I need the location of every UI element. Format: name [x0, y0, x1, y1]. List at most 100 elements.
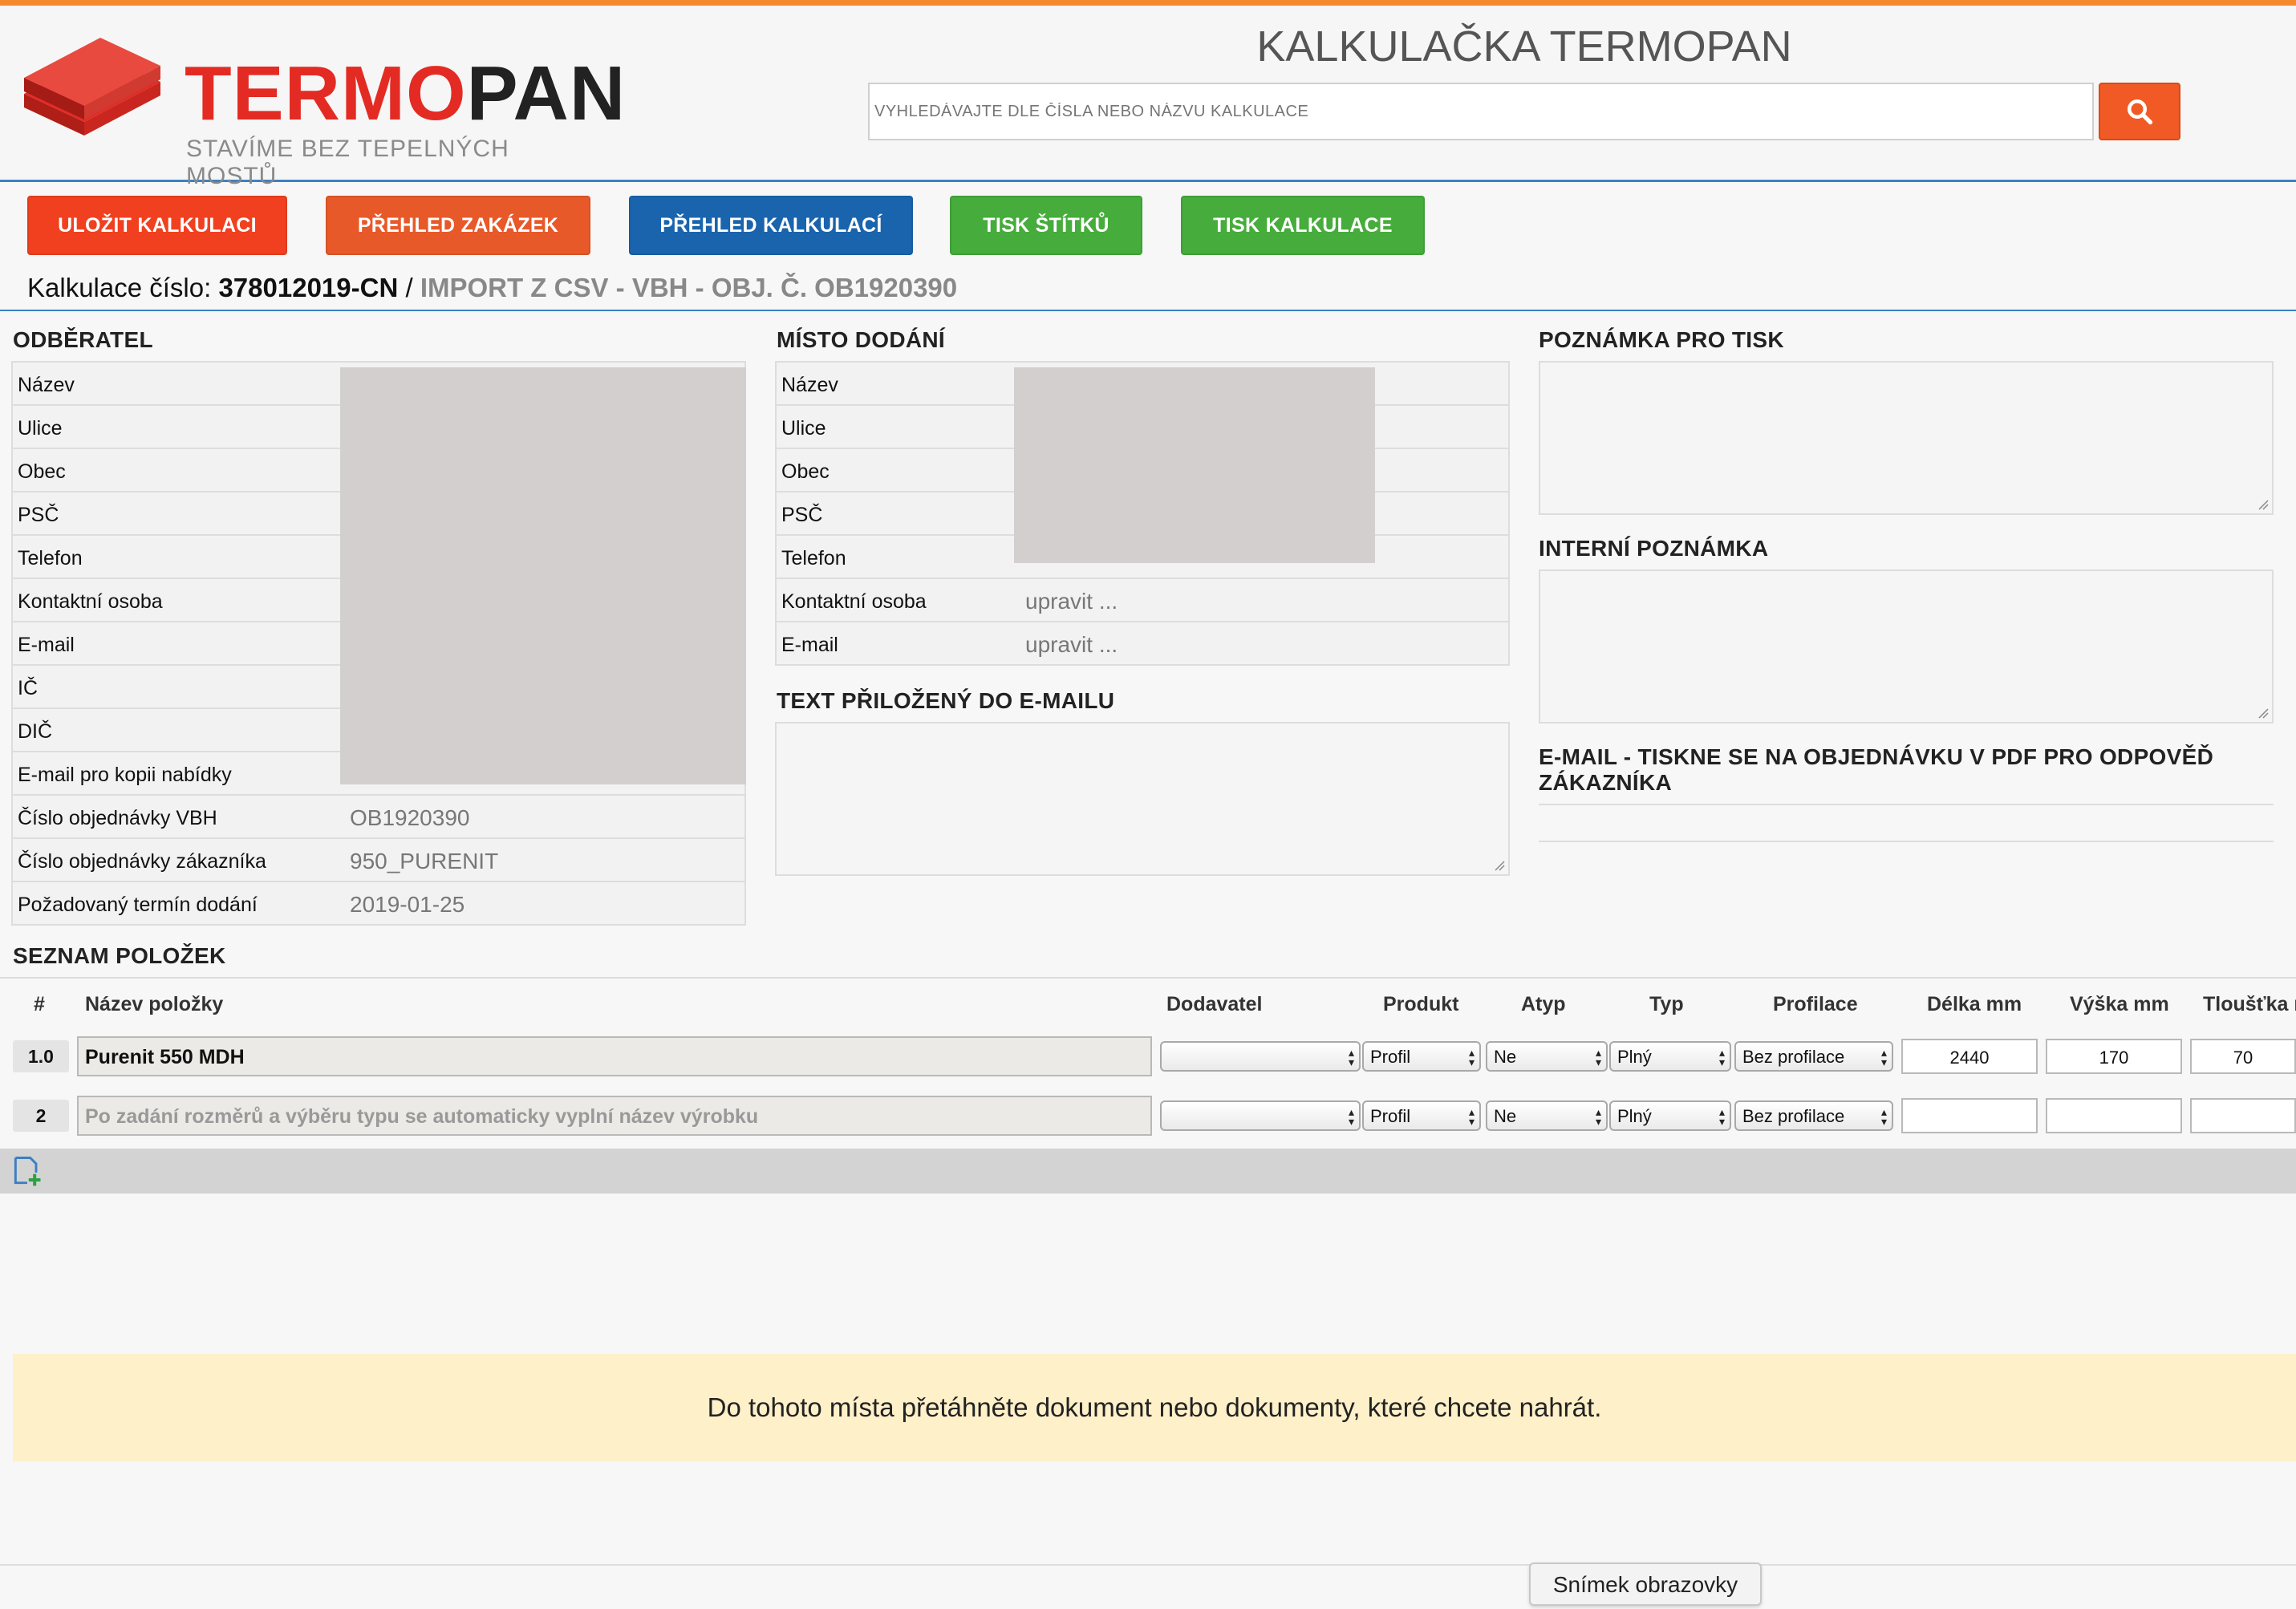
- customer-field-value[interactable]: 950_PURENIT: [350, 849, 498, 874]
- top-accent-stripe: [0, 0, 2296, 6]
- customer-field-label: Kontaktní osoba: [18, 590, 163, 613]
- calculations-overview-button[interactable]: PŘEHLED KALKULACÍ: [629, 196, 913, 255]
- calculation-number: 378012019-CN: [218, 273, 399, 302]
- header: TERMOPAN STAVÍME BEZ TEPELNÝCH MOSTŮ KAL…: [0, 6, 2296, 189]
- delivery-field-label: Kontaktní osoba: [781, 590, 927, 613]
- product-select[interactable]: Profil ▴ ▾: [1362, 1041, 1481, 1072]
- select-arrows-icon: ▴ ▾: [1468, 1105, 1475, 1128]
- column-header-supplier: Dodavatel: [1166, 993, 1263, 1015]
- search-input[interactable]: [868, 83, 2094, 140]
- print-note-textarea[interactable]: [1539, 361, 2274, 515]
- profile-select[interactable]: Bez profilace ▴ ▾: [1734, 1100, 1893, 1131]
- column-header-product: Produkt: [1383, 993, 1459, 1015]
- internal-note-textarea[interactable]: [1539, 569, 2274, 723]
- print-note-title: POZNÁMKA PRO TISK: [1539, 327, 1784, 352]
- email-order-field[interactable]: [1539, 841, 2274, 842]
- delivery-row: E-mail upravit ...: [775, 622, 1510, 666]
- product-select-value: Profil: [1370, 1047, 1411, 1067]
- column-header-name: Název položky: [85, 993, 224, 1015]
- redacted-area: [1014, 367, 1375, 563]
- delivery-row: Kontaktní osoba upravit ...: [775, 579, 1510, 622]
- delivery-section-title: MÍSTO DODÁNÍ: [777, 327, 945, 352]
- thickness-input[interactable]: 70: [2190, 1039, 2296, 1074]
- orders-overview-button[interactable]: PŘEHLED ZAKÁZEK: [326, 196, 590, 255]
- divider: [1539, 804, 2274, 805]
- select-arrows-icon: ▴ ▾: [1718, 1105, 1725, 1128]
- length-input[interactable]: 2440: [1901, 1039, 2038, 1074]
- print-calculation-button[interactable]: TISK KALKULACE: [1181, 196, 1425, 255]
- termopan-logo-icon: [24, 38, 160, 136]
- height-input[interactable]: 170: [2046, 1039, 2182, 1074]
- customer-section-title: ODBĚRATEL: [13, 327, 153, 352]
- column-header-profile: Profilace: [1773, 993, 1858, 1015]
- brand-logo[interactable]: TERMOPAN STAVÍME BEZ TEPELNÝCH MOSTŮ: [24, 30, 625, 189]
- calculation-source: IMPORT Z CSV - VBH - OBJ. Č. OB1920390: [420, 273, 958, 302]
- column-header-length: Délka mm: [1927, 993, 2022, 1015]
- save-calculation-button[interactable]: ULOŽIT KALKULACI: [27, 196, 287, 255]
- search-button[interactable]: [2099, 83, 2180, 140]
- customer-field-label: Název: [18, 374, 75, 396]
- column-header-type: Typ: [1649, 993, 1684, 1015]
- app-title: KALKULAČKA TERMOPAN: [1256, 22, 1792, 71]
- delivery-field-label: PSČ: [781, 504, 823, 526]
- select-arrows-icon: ▴ ▾: [1468, 1046, 1475, 1068]
- customer-field-value[interactable]: OB1920390: [350, 805, 469, 831]
- add-item-bar: [0, 1149, 2296, 1194]
- delivery-field-label: Název: [781, 374, 838, 396]
- type-select[interactable]: Plný ▴ ▾: [1609, 1041, 1731, 1072]
- select-arrows-icon: ▴ ▾: [1348, 1105, 1354, 1128]
- atyp-select-value: Ne: [1494, 1106, 1517, 1126]
- email-text-textarea[interactable]: [775, 722, 1510, 876]
- footer-divider: [0, 1564, 2296, 1566]
- profile-select[interactable]: Bez profilace ▴ ▾: [1734, 1041, 1893, 1072]
- customer-field-label: Ulice: [18, 417, 63, 440]
- print-labels-button[interactable]: TISK ŠTÍTKŮ: [950, 196, 1142, 255]
- resize-handle-icon[interactable]: [2257, 707, 2269, 719]
- items-section-title: SEZNAM POLOŽEK: [13, 943, 226, 968]
- search-icon: [2128, 99, 2153, 125]
- customer-field-label: IČ: [18, 677, 38, 699]
- screenshot-tooltip: Snímek obrazovky: [1529, 1562, 1762, 1606]
- select-arrows-icon: ▴ ▾: [1595, 1046, 1601, 1068]
- delivery-field-value[interactable]: upravit ...: [1025, 589, 1118, 614]
- delivery-field-label: Ulice: [781, 417, 826, 440]
- height-input[interactable]: [2046, 1098, 2182, 1133]
- internal-note-title: INTERNÍ POZNÁMKA: [1539, 536, 1769, 561]
- supplier-select[interactable]: ▴ ▾: [1160, 1100, 1361, 1131]
- item-name-input[interactable]: Po zadání rozměrů a výběru typu se autom…: [77, 1096, 1152, 1136]
- customer-row: Číslo objednávky zákazníka 950_PURENIT: [11, 839, 746, 882]
- brand-name: TERMOPAN: [185, 51, 627, 136]
- customer-field-label: Číslo objednávky VBH: [18, 807, 217, 829]
- column-header-height: Výška mm: [2070, 993, 2169, 1015]
- resize-handle-icon[interactable]: [1494, 860, 1505, 871]
- items-divider: [0, 977, 2296, 979]
- column-header-thickness: Tloušťka mm: [2203, 993, 2296, 1015]
- delivery-field-value[interactable]: upravit ...: [1025, 632, 1118, 658]
- length-input[interactable]: [1901, 1098, 2038, 1133]
- item-name-input[interactable]: Purenit 550 MDH: [77, 1036, 1152, 1076]
- customer-field-label: Požadovaný termín dodání: [18, 894, 258, 916]
- profile-select-value: Bez profilace: [1742, 1106, 1845, 1126]
- atyp-select[interactable]: Ne ▴ ▾: [1486, 1100, 1608, 1131]
- customer-field-label: Obec: [18, 460, 66, 483]
- product-select[interactable]: Profil ▴ ▾: [1362, 1100, 1481, 1131]
- type-select[interactable]: Plný ▴ ▾: [1609, 1100, 1731, 1131]
- email-order-title: E-MAIL - TISKNE SE NA OBJEDNÁVKU V PDF P…: [1539, 744, 2214, 795]
- thickness-input[interactable]: [2190, 1098, 2296, 1133]
- type-select-value: Plný: [1617, 1047, 1652, 1067]
- column-header-atyp: Atyp: [1521, 993, 1566, 1015]
- resize-handle-icon[interactable]: [2257, 499, 2269, 510]
- customer-field-value[interactable]: 2019-01-25: [350, 892, 464, 918]
- item-row-number: 1.0: [13, 1040, 69, 1072]
- add-item-icon[interactable]: [10, 1153, 45, 1189]
- select-arrows-icon: ▴ ▾: [1880, 1046, 1887, 1068]
- atyp-select-value: Ne: [1494, 1047, 1517, 1067]
- file-drop-zone[interactable]: Do tohoto místa přetáhněte dokument nebo…: [13, 1354, 2296, 1461]
- customer-row: Požadovaný termín dodání 2019-01-25: [11, 882, 746, 926]
- item-row-number: 2: [13, 1100, 69, 1132]
- delivery-field-label: Obec: [781, 460, 830, 483]
- type-select-value: Plný: [1617, 1106, 1652, 1126]
- customer-field-label: E-mail pro kopii nabídky: [18, 764, 232, 786]
- supplier-select[interactable]: ▴ ▾: [1160, 1041, 1361, 1072]
- atyp-select[interactable]: Ne ▴ ▾: [1486, 1041, 1608, 1072]
